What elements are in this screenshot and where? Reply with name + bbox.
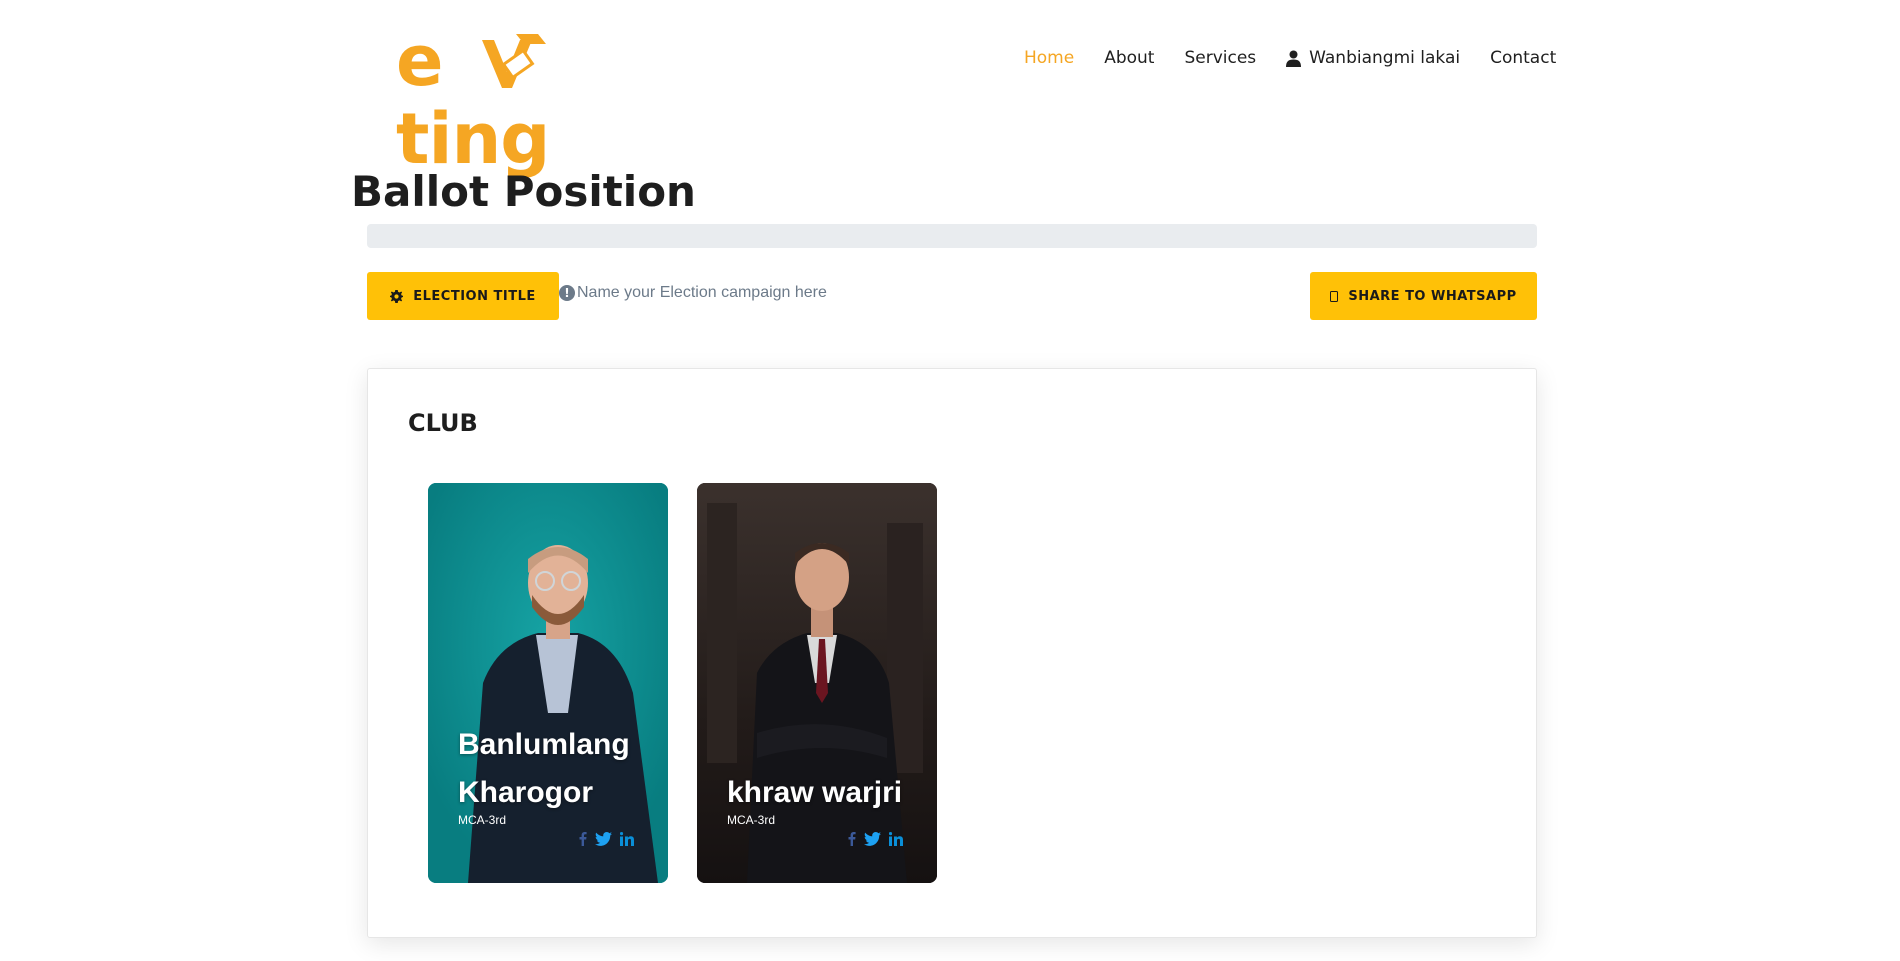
election-title-label: ELECTION TITLE <box>413 288 536 304</box>
user-icon <box>1286 50 1302 67</box>
candidate-name: khraw warjri <box>727 769 927 817</box>
logo-letter-e: e <box>396 20 443 102</box>
share-whatsapp-button[interactable]: SHARE TO WHATSAPP <box>1310 272 1537 320</box>
nav-contact[interactable]: Contact <box>1490 46 1556 70</box>
candidate-card[interactable]: khraw warjri MCA-3rd <box>697 483 937 883</box>
nav-user[interactable]: Wanbiangmi lakai <box>1286 46 1460 70</box>
whatsapp-icon <box>1330 290 1339 302</box>
election-title-button[interactable]: ELECTION TITLE <box>367 272 559 320</box>
candidate-card[interactable]: Banlumlang Kharogor MCA-3rd <box>428 483 668 883</box>
candidate-name: Banlumlang Kharogor <box>458 721 658 817</box>
facebook-icon[interactable] <box>579 831 587 846</box>
nav-services[interactable]: Services <box>1184 46 1256 70</box>
gear-icon <box>390 289 404 303</box>
candidate-name-line1: khraw warjri <box>727 776 903 809</box>
twitter-icon[interactable] <box>595 831 612 846</box>
position-name: CLUB <box>408 409 478 437</box>
nav-user-label: Wanbiangmi lakai <box>1309 48 1461 68</box>
facebook-icon[interactable] <box>848 831 856 846</box>
election-hint-text: Name your Election campaign here <box>577 284 827 301</box>
twitter-icon[interactable] <box>864 831 881 846</box>
share-whatsapp-label: SHARE TO WHATSAPP <box>1348 288 1517 304</box>
page-title: Ballot Position <box>351 167 696 216</box>
linkedin-icon[interactable] <box>620 831 634 846</box>
candidate-name-line2: Kharogor <box>458 776 593 809</box>
linkedin-icon[interactable] <box>889 831 903 846</box>
nav-about[interactable]: About <box>1104 46 1154 70</box>
brand-logo-text: eting <box>396 22 656 178</box>
main-nav: Home About Services Wanbiangmi lakai Con… <box>1024 46 1556 70</box>
progress-bar <box>367 224 1537 248</box>
candidate-socials <box>840 831 903 846</box>
ballot-position-card: CLUB Banlumlang Kharogor MCA-3rd khraw w… <box>367 368 1537 938</box>
brand-logo[interactable]: eting <box>396 22 656 178</box>
election-hint: ! Name your Election campaign here <box>559 284 827 302</box>
candidate-class: MCA-3rd <box>727 813 776 827</box>
page: eting Home About Services Wanbiangmi lak… <box>0 0 1900 961</box>
nav-home[interactable]: Home <box>1024 46 1074 70</box>
candidate-socials <box>571 831 634 846</box>
candidate-class: MCA-3rd <box>458 813 507 827</box>
info-icon: ! <box>559 285 575 301</box>
candidate-name-line1: Banlumlang <box>458 728 630 761</box>
